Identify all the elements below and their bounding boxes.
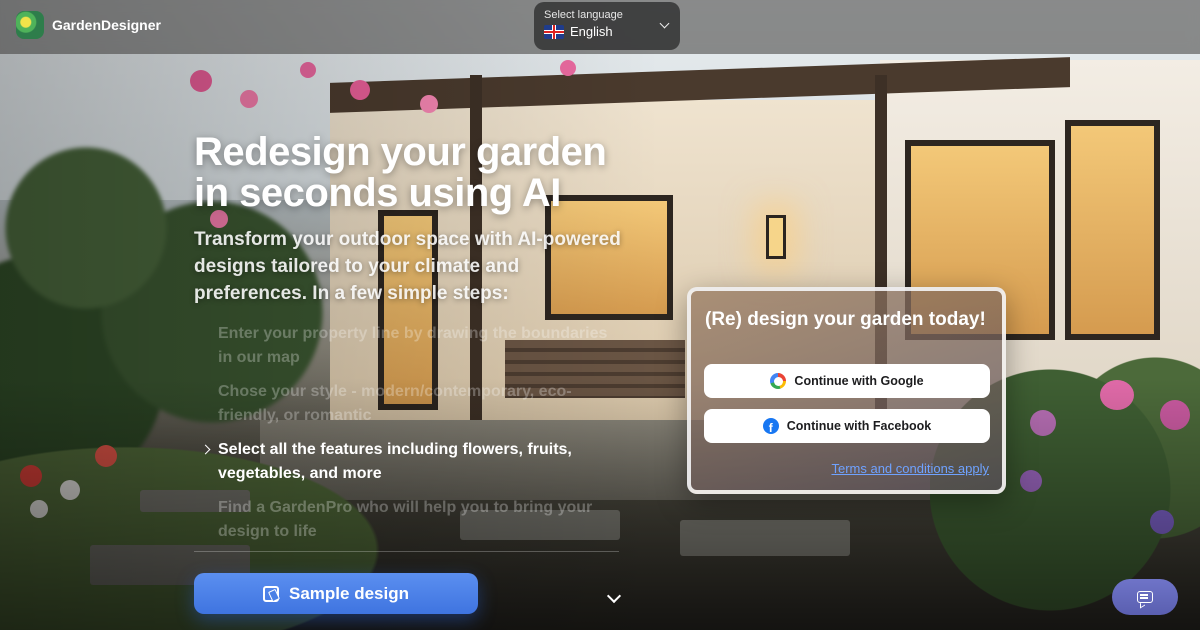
design-sample-icon bbox=[263, 585, 279, 602]
terms-link[interactable]: Terms and conditions apply bbox=[831, 461, 989, 476]
uk-flag-icon bbox=[544, 24, 564, 39]
hero-section: Redesign your garden in seconds using AI… bbox=[194, 132, 634, 307]
step-text: Enter your property line by drawing the … bbox=[218, 325, 608, 366]
hero-title: Redesign your garden in seconds using AI bbox=[194, 130, 607, 215]
chat-support-button[interactable] bbox=[1112, 579, 1178, 615]
steps-divider bbox=[194, 551, 619, 552]
top-navigation-bar: GardenDesigner Select language English bbox=[0, 0, 1200, 54]
hero-subtitle: Transform your outdoor space with AI-pow… bbox=[194, 229, 621, 304]
signup-card-title: (Re) design your garden today! bbox=[705, 309, 986, 330]
continue-with-facebook-button[interactable]: f Continue with Facebook bbox=[704, 409, 990, 443]
google-icon bbox=[770, 373, 787, 389]
brand-name: GardenDesigner bbox=[52, 17, 161, 33]
step-item-style[interactable]: Chose your style - modern/contemporary, … bbox=[194, 380, 624, 428]
step-text: Chose your style - modern/contemporary, … bbox=[218, 383, 572, 424]
chat-bubble-icon bbox=[1137, 591, 1153, 603]
brand[interactable]: GardenDesigner bbox=[16, 11, 161, 39]
language-selected-row: English bbox=[544, 24, 670, 39]
step-text: Select all the features including flower… bbox=[218, 441, 572, 482]
steps-list: Enter your property line by drawing the … bbox=[194, 322, 624, 554]
sample-design-button[interactable]: Sample design bbox=[194, 573, 478, 614]
step-item-property-line[interactable]: Enter your property line by drawing the … bbox=[194, 322, 624, 370]
garden-designer-logo-icon bbox=[16, 11, 44, 39]
signup-card: (Re) design your garden today! Continue … bbox=[687, 287, 1006, 494]
chevron-right-icon bbox=[200, 444, 211, 455]
continue-with-google-button[interactable]: Continue with Google bbox=[704, 364, 990, 398]
step-item-gardenpro[interactable]: Find a GardenPro who will help you to br… bbox=[194, 496, 624, 544]
language-selector[interactable]: Select language English bbox=[534, 2, 680, 50]
language-selected-value: English bbox=[570, 24, 613, 39]
facebook-icon: f bbox=[762, 418, 779, 434]
language-selector-label: Select language bbox=[544, 9, 623, 21]
google-button-label: Continue with Google bbox=[794, 374, 924, 388]
scroll-down-chevron-icon[interactable] bbox=[606, 588, 622, 607]
step-text: Find a GardenPro who will help you to br… bbox=[218, 499, 593, 540]
sample-design-label: Sample design bbox=[289, 583, 409, 603]
step-item-features[interactable]: Select all the features including flower… bbox=[194, 438, 624, 486]
facebook-button-label: Continue with Facebook bbox=[786, 419, 932, 433]
